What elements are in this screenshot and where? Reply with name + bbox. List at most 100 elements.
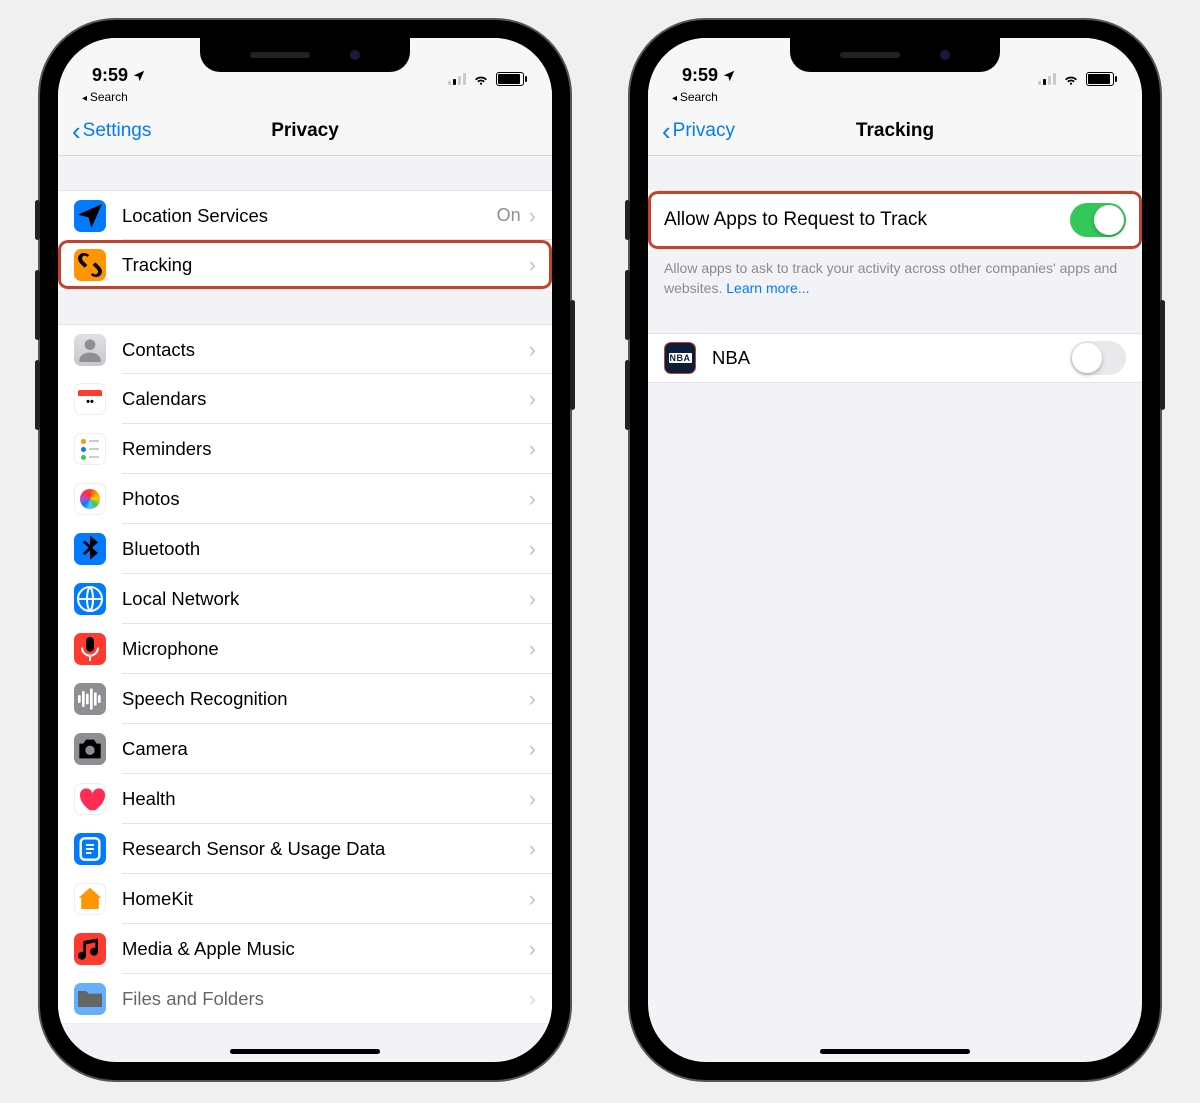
row-reminders[interactable]: Reminders ›	[58, 424, 552, 474]
row-label: Location Services	[122, 205, 497, 227]
nav-bar: ‹ Settings Privacy	[58, 106, 552, 156]
speech-icon	[74, 683, 106, 715]
volume-up	[35, 270, 40, 340]
chevron-right-icon: ›	[529, 836, 536, 862]
mute-switch	[625, 200, 630, 240]
row-calendars[interactable]: •• Calendars ›	[58, 374, 552, 424]
microphone-icon	[74, 633, 106, 665]
power-button	[570, 300, 575, 410]
row-media-apple-music[interactable]: Media & Apple Music ›	[58, 924, 552, 974]
back-button[interactable]: ‹ Settings	[72, 120, 151, 142]
status-time: 9:59	[682, 65, 718, 86]
row-label: Speech Recognition	[122, 688, 529, 710]
folder-icon	[74, 983, 106, 1015]
back-label: Settings	[83, 120, 152, 142]
chevron-right-icon: ›	[529, 436, 536, 462]
battery-icon	[496, 72, 524, 86]
breadcrumb-back[interactable]: Search	[648, 90, 1142, 106]
row-microphone[interactable]: Microphone ›	[58, 624, 552, 674]
camera-icon	[74, 733, 106, 765]
research-icon	[74, 833, 106, 865]
row-label: Reminders	[122, 438, 529, 460]
row-allow-apps-to-track[interactable]: Allow Apps to Request to Track	[648, 190, 1142, 250]
row-label: Files and Folders	[122, 988, 529, 1010]
chevron-right-icon: ›	[529, 486, 536, 512]
row-label: Microphone	[122, 638, 529, 660]
breadcrumb-back[interactable]: Search	[58, 90, 552, 106]
row-label: Media & Apple Music	[122, 938, 529, 960]
row-label: NBA	[712, 347, 1070, 369]
battery-icon	[1086, 72, 1114, 86]
row-app-nba[interactable]: NBA NBA	[648, 333, 1142, 383]
bluetooth-icon	[74, 533, 106, 565]
home-indicator[interactable]	[230, 1049, 380, 1054]
row-camera[interactable]: Camera ›	[58, 724, 552, 774]
row-homekit[interactable]: HomeKit ›	[58, 874, 552, 924]
wifi-icon	[472, 72, 490, 86]
row-local-network[interactable]: Local Network ›	[58, 574, 552, 624]
chevron-right-icon: ›	[529, 203, 536, 229]
chevron-right-icon: ›	[529, 936, 536, 962]
phone-right-tracking: 9:59 Search ‹ Privacy Tracking Allow App…	[630, 20, 1160, 1080]
row-research[interactable]: Research Sensor & Usage Data ›	[58, 824, 552, 874]
calendars-icon: ••	[74, 383, 106, 415]
chevron-right-icon: ›	[529, 252, 536, 278]
row-label: Local Network	[122, 588, 529, 610]
row-speech-recognition[interactable]: Speech Recognition ›	[58, 674, 552, 724]
home-indicator[interactable]	[820, 1049, 970, 1054]
volume-down	[625, 360, 630, 430]
row-label: Calendars	[122, 388, 529, 410]
tracking-content: Allow Apps to Request to Track Allow app…	[648, 156, 1142, 1062]
reminders-icon	[74, 433, 106, 465]
row-label: Bluetooth	[122, 538, 529, 560]
tracking-icon	[74, 249, 106, 281]
row-photos[interactable]: Photos ›	[58, 474, 552, 524]
network-icon	[74, 583, 106, 615]
location-arrow-icon	[722, 69, 736, 83]
chevron-right-icon: ›	[529, 536, 536, 562]
privacy-list[interactable]: Location Services On › Tracking › Contac…	[58, 156, 552, 1062]
mute-switch	[35, 200, 40, 240]
back-label: Privacy	[673, 120, 735, 142]
chevron-right-icon: ›	[529, 886, 536, 912]
notch	[790, 38, 1000, 72]
cellular-icon	[1038, 73, 1056, 85]
row-contacts[interactable]: Contacts ›	[58, 324, 552, 374]
chevron-right-icon: ›	[529, 386, 536, 412]
learn-more-link[interactable]: Learn more...	[726, 280, 809, 296]
privacy-group-tracking: Location Services On › Tracking ›	[58, 190, 552, 290]
chevron-right-icon: ›	[529, 586, 536, 612]
back-button[interactable]: ‹ Privacy	[662, 120, 735, 142]
row-label: Contacts	[122, 339, 529, 361]
row-bluetooth[interactable]: Bluetooth ›	[58, 524, 552, 574]
contacts-icon	[74, 334, 106, 366]
chevron-right-icon: ›	[529, 337, 536, 363]
row-label: Health	[122, 788, 529, 810]
privacy-group-apps: Contacts › •• Calendars › Reminders › Ph…	[58, 324, 552, 1024]
row-tracking[interactable]: Tracking ›	[58, 240, 552, 290]
row-label: HomeKit	[122, 888, 529, 910]
row-files-folders[interactable]: Files and Folders ›	[58, 974, 552, 1024]
allow-tracking-group: Allow Apps to Request to Track	[648, 190, 1142, 250]
location-icon	[74, 200, 106, 232]
music-icon	[74, 933, 106, 965]
wifi-icon	[1062, 72, 1080, 86]
tracking-apps-group: NBA NBA	[648, 333, 1142, 383]
row-health[interactable]: Health ›	[58, 774, 552, 824]
row-label: Photos	[122, 488, 529, 510]
chevron-right-icon: ›	[529, 636, 536, 662]
nav-bar: ‹ Privacy Tracking	[648, 106, 1142, 156]
row-label: Tracking	[122, 254, 529, 276]
chevron-right-icon: ›	[529, 986, 536, 1012]
row-location-services[interactable]: Location Services On ›	[58, 190, 552, 240]
row-label: Allow Apps to Request to Track	[664, 209, 1070, 231]
nba-app-icon: NBA	[664, 342, 696, 374]
cellular-icon	[448, 73, 466, 85]
phone-left-privacy: 9:59 Search ‹ Settings Privacy	[40, 20, 570, 1080]
row-value: On	[497, 205, 521, 226]
page-title: Tracking	[856, 120, 934, 142]
toggle-allow-tracking[interactable]	[1070, 203, 1126, 237]
power-button	[1160, 300, 1165, 410]
homekit-icon	[74, 883, 106, 915]
toggle-app-nba[interactable]	[1070, 341, 1126, 375]
